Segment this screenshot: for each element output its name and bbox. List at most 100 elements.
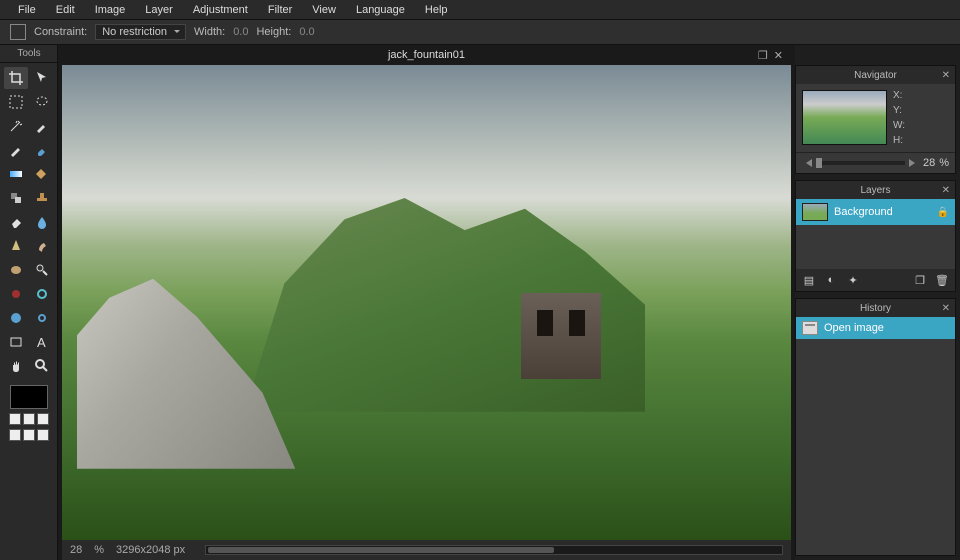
height-label: Height: — [256, 26, 291, 38]
tool-dodge[interactable] — [30, 259, 54, 281]
menu-view[interactable]: View — [302, 4, 346, 16]
layer-mask-icon[interactable]: ◐ — [822, 272, 840, 288]
menu-help[interactable]: Help — [415, 4, 458, 16]
zoom-slider[interactable] — [816, 161, 905, 165]
constraint-label: Constraint: — [34, 26, 87, 38]
swatch[interactable] — [23, 413, 35, 425]
options-bar: Constraint: No restriction Width: 0.0 He… — [0, 20, 960, 45]
menu-bar: File Edit Image Layer Adjustment Filter … — [0, 0, 960, 20]
tools-panel: Tools A — [0, 45, 58, 560]
canvas-area: jack_fountain01 ❐ ✕ 28 % 3296x2048 px — [58, 45, 795, 560]
nav-zoom-suffix: % — [939, 157, 949, 169]
tool-clone[interactable] — [4, 187, 28, 209]
menu-filter[interactable]: Filter — [258, 4, 302, 16]
tool-wand[interactable] — [4, 115, 28, 137]
tool-drawing[interactable] — [4, 331, 28, 353]
tool-move[interactable] — [30, 67, 54, 89]
delete-layer-icon[interactable]: 🗑 — [933, 272, 951, 288]
tool-sharpen[interactable] — [4, 235, 28, 257]
constraint-select[interactable]: No restriction — [95, 24, 186, 40]
image-content — [62, 65, 791, 540]
navigator-thumbnail[interactable] — [802, 90, 887, 145]
nav-x-label: X: — [893, 90, 905, 101]
nav-zoom-value[interactable]: 28 — [923, 157, 935, 169]
layers-toolbar: ▤ ◐ ✦ ❐ 🗑 — [796, 269, 955, 291]
layers-panel: Layers ✕ Background 🔒 ▤ ◐ ✦ ❐ 🗑 — [795, 180, 956, 292]
crop-icon — [10, 24, 26, 40]
document-title: jack_fountain01 — [388, 49, 465, 61]
document-title-bar: jack_fountain01 ❐ ✕ — [62, 45, 791, 65]
navigator-panel: Navigator ✕ X: Y: W: H: 28 % — [795, 65, 956, 174]
tool-zoom[interactable] — [30, 355, 54, 377]
layers-title: Layers — [860, 185, 890, 196]
swatch[interactable] — [9, 413, 21, 425]
tool-bloat[interactable] — [4, 307, 28, 329]
tool-marquee[interactable] — [4, 91, 28, 113]
restore-icon[interactable]: ❐ — [758, 49, 768, 62]
history-label: Open image — [824, 322, 884, 334]
tool-red-eye[interactable] — [4, 283, 28, 305]
history-item[interactable]: Open image — [796, 317, 955, 339]
navigator-title: Navigator — [854, 70, 897, 81]
menu-language[interactable]: Language — [346, 4, 415, 16]
horizontal-scrollbar[interactable] — [205, 545, 783, 555]
width-label: Width: — [194, 26, 225, 38]
zoom-out-icon[interactable] — [802, 159, 812, 167]
tool-spot-heal[interactable] — [30, 283, 54, 305]
tool-pencil[interactable] — [4, 139, 28, 161]
tool-blur[interactable] — [30, 211, 54, 233]
svg-text:A: A — [37, 335, 46, 350]
menu-adjustment[interactable]: Adjustment — [183, 4, 258, 16]
tool-brush[interactable] — [30, 139, 54, 161]
tool-color-picker[interactable] — [30, 115, 54, 137]
open-image-icon — [802, 321, 818, 335]
foreground-color[interactable] — [10, 385, 48, 409]
menu-image[interactable]: Image — [85, 4, 136, 16]
nav-h-label: H: — [893, 135, 905, 146]
tool-stamp[interactable] — [30, 187, 54, 209]
swatch[interactable] — [9, 429, 21, 441]
nav-y-label: Y: — [893, 105, 905, 116]
close-icon[interactable]: ✕ — [942, 303, 950, 314]
layer-item[interactable]: Background 🔒 — [796, 199, 955, 225]
layer-name: Background — [834, 206, 893, 218]
status-bar: 28 % 3296x2048 px — [62, 540, 791, 560]
dimensions: 3296x2048 px — [116, 544, 185, 556]
swatch[interactable] — [37, 429, 49, 441]
tool-pinch[interactable] — [30, 307, 54, 329]
close-icon[interactable]: ✕ — [942, 70, 950, 81]
color-swatches — [0, 381, 58, 445]
swatch[interactable] — [23, 429, 35, 441]
width-value[interactable]: 0.0 — [233, 26, 248, 38]
nav-w-label: W: — [893, 120, 905, 131]
tool-smudge[interactable] — [30, 235, 54, 257]
canvas[interactable] — [62, 65, 791, 540]
history-panel: History ✕ Open image — [795, 298, 956, 556]
right-panels: Navigator ✕ X: Y: W: H: 28 % Layers ✕ — [795, 45, 960, 560]
zoom-suffix: % — [94, 544, 104, 556]
tools-title: Tools — [0, 45, 58, 63]
tool-crop[interactable] — [4, 67, 28, 89]
zoom-in-icon[interactable] — [909, 159, 919, 167]
tool-gradient[interactable] — [4, 163, 28, 185]
menu-file[interactable]: File — [8, 4, 46, 16]
close-icon[interactable]: ✕ — [942, 185, 950, 196]
layer-thumbnail — [802, 203, 828, 221]
tool-lasso[interactable] — [30, 91, 54, 113]
duplicate-layer-icon[interactable]: ❐ — [911, 272, 929, 288]
tool-paint-bucket[interactable] — [30, 163, 54, 185]
zoom-value[interactable]: 28 — [70, 544, 82, 556]
tool-hand[interactable] — [4, 355, 28, 377]
close-icon[interactable]: ✕ — [774, 49, 783, 62]
tool-type[interactable]: A — [30, 331, 54, 353]
tool-eraser[interactable] — [4, 211, 28, 233]
lock-icon[interactable]: 🔒 — [937, 207, 949, 218]
menu-edit[interactable]: Edit — [46, 4, 85, 16]
layer-fx-icon[interactable]: ✦ — [844, 272, 862, 288]
history-title: History — [860, 303, 891, 314]
tool-sponge[interactable] — [4, 259, 28, 281]
new-layer-icon[interactable]: ▤ — [800, 272, 818, 288]
menu-layer[interactable]: Layer — [135, 4, 183, 16]
height-value[interactable]: 0.0 — [299, 26, 314, 38]
swatch[interactable] — [37, 413, 49, 425]
